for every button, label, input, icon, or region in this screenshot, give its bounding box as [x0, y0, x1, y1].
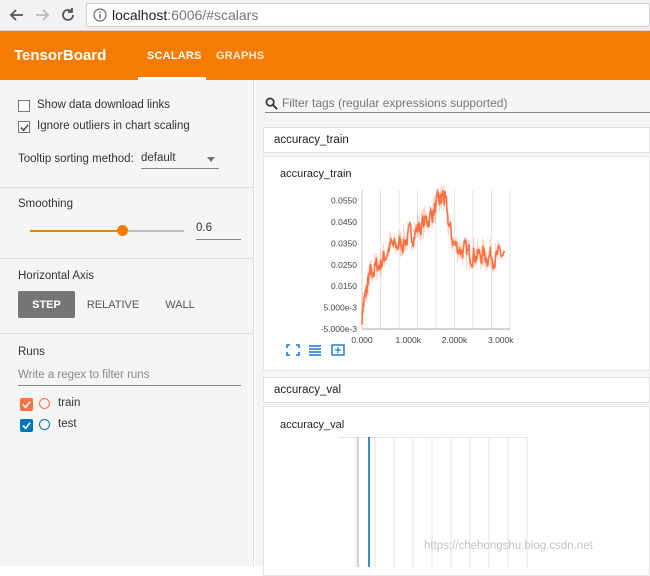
tag-filter-input[interactable]: Filter tags (regular expressions support… [265, 95, 650, 113]
runs-title: Runs [18, 346, 45, 358]
arrow-right-icon [36, 9, 50, 21]
x-tick-label: 2.000k [442, 335, 468, 345]
url-text: localhost:6006/#scalars [112, 7, 259, 23]
y-tick-label: 5.000e-3 [323, 303, 357, 313]
divider [0, 258, 254, 259]
show-download-links-label: Show data download links [37, 99, 170, 111]
tab-scalars[interactable]: SCALARS [147, 50, 202, 62]
search-icon [265, 97, 278, 110]
x-tick-label: 0.000 [351, 335, 373, 345]
reload-icon [62, 8, 74, 21]
run-test-checkbox[interactable] [20, 419, 33, 432]
reload-button[interactable] [57, 4, 79, 26]
axis-wall-button[interactable]: WALL [152, 291, 208, 318]
y-tick-label: 0.0150 [331, 281, 357, 291]
axis-step-button[interactable]: STEP [18, 291, 75, 318]
y-tick-label: 0.0350 [331, 238, 357, 248]
runs-filter-input[interactable]: Write a regex to filter runs [18, 369, 241, 386]
main-content: Filter tags (regular expressions support… [255, 80, 650, 576]
checkmark-icon [22, 401, 31, 409]
smoothing-slider-handle[interactable] [117, 225, 129, 236]
address-bar[interactable]: localhost:6006/#scalars [86, 3, 650, 27]
fit-domain-icon[interactable] [331, 344, 345, 356]
arrow-left-icon [9, 9, 23, 21]
forward-button[interactable] [31, 4, 53, 26]
chart-card-accuracy-train: accuracy_train 0.0550 0.0450 0.0350 0.0250 0… [263, 156, 650, 371]
fullscreen-icon[interactable] [286, 344, 300, 356]
chart-title: accuracy_train [280, 168, 352, 180]
app-header: TensorBoard SCALARS GRAPHS [0, 31, 650, 80]
y-tick-label: -5.000e-3 [321, 324, 358, 334]
run-train-checkbox[interactable] [20, 398, 33, 411]
chart-accuracy-train[interactable]: 0.0550 0.0450 0.0350 0.0250 0.0150 5.000e-3 -5… [278, 185, 538, 355]
x-tick-label: 1.000k [395, 335, 421, 345]
horizontal-axis-title: Horizontal Axis [18, 270, 95, 282]
tooltip-sort-select[interactable]: default [141, 152, 219, 169]
group-accuracy-train-header[interactable]: accuracy_train [263, 127, 650, 153]
browser-toolbar: localhost:6006/#scalars [0, 0, 650, 31]
chart-title: accuracy_val [280, 419, 345, 431]
sidebar: Show data download links Ignore outliers… [0, 80, 254, 566]
ignore-outliers-label: Ignore outliers in chart scaling [37, 120, 190, 132]
run-train-color-icon[interactable] [39, 398, 50, 409]
divider [0, 333, 254, 334]
run-test-label: test [58, 418, 77, 430]
tooltip-sort-label: Tooltip sorting method: [18, 153, 134, 165]
smoothing-slider-fill [30, 230, 123, 232]
run-test-color-icon[interactable] [39, 419, 50, 430]
divider [0, 187, 254, 188]
data-table-icon[interactable] [308, 344, 322, 356]
run-train-label: train [58, 397, 81, 409]
back-button[interactable] [6, 4, 28, 26]
y-tick-label: 0.0450 [331, 217, 357, 227]
axis-relative-button[interactable]: RELATIVE [80, 291, 146, 318]
y-tick-label: 0.0550 [331, 196, 357, 206]
smoothing-value-input[interactable]: 0.6 [196, 222, 241, 240]
smoothing-title: Smoothing [18, 198, 73, 210]
show-download-links-checkbox[interactable] [18, 100, 30, 112]
tab-graphs[interactable]: GRAPHS [216, 50, 264, 62]
checkmark-icon [20, 124, 29, 132]
watermark-text: https://chehongshu.blog.csdn.net [424, 540, 593, 552]
x-tick-label: 3.000k [488, 335, 514, 345]
ignore-outliers-checkbox[interactable] [18, 121, 30, 133]
app-title: TensorBoard [14, 47, 107, 64]
y-tick-label: 0.0250 [331, 260, 357, 270]
group-accuracy-val-header[interactable]: accuracy_val [263, 377, 650, 403]
smoothing-slider[interactable] [30, 225, 184, 236]
chevron-down-icon [207, 157, 215, 162]
checkmark-icon [22, 422, 31, 430]
info-icon [93, 8, 107, 22]
